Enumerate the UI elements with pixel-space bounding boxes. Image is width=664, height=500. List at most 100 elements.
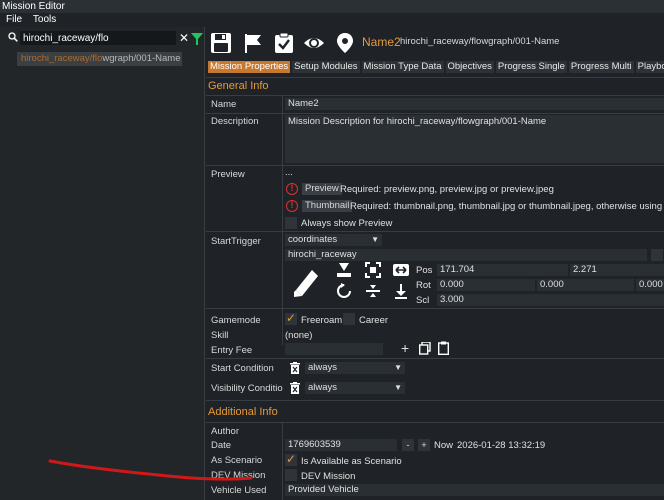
tab-setup-modules[interactable]: Setup Modules — [292, 61, 360, 73]
divider — [206, 358, 664, 359]
flag-icon[interactable] — [242, 32, 264, 54]
add-icon[interactable]: + — [401, 340, 409, 356]
description-field[interactable]: Mission Description for hirochi_raceway/… — [285, 115, 664, 163]
location-pin-icon[interactable] — [334, 32, 356, 54]
start-condition-label: Start Condition — [211, 363, 274, 374]
window-title: Mission Editor — [0, 0, 664, 13]
divider — [206, 422, 664, 423]
vehicle-used-label: Vehicle Used — [211, 485, 267, 496]
download-icon[interactable] — [392, 282, 410, 300]
scl-label: Scl — [416, 295, 430, 306]
always-show-preview-checkbox[interactable] — [285, 217, 297, 229]
always-show-preview-label: Always show Preview — [301, 218, 393, 229]
preview-label: Preview — [211, 169, 245, 180]
mission-path: hirochi_raceway/flowgraph/001-Name — [400, 36, 560, 47]
tab-mission-type-data[interactable]: Mission Type Data — [361, 61, 444, 73]
toolbar: Name2 hirochi_raceway/flowgraph/001-Name — [206, 27, 664, 61]
starttrigger-type-value: coordinates — [288, 234, 338, 245]
divider — [206, 77, 664, 78]
divider — [206, 308, 664, 309]
date-field[interactable]: 1769603539 — [285, 439, 397, 451]
tab-bar: Mission Properties Setup Modules Mission… — [208, 61, 664, 73]
career-checkbox[interactable] — [343, 313, 355, 325]
dev-mission-checkbox[interactable] — [285, 469, 297, 481]
freeroam-label: Freeroam — [301, 315, 343, 326]
copy-icon[interactable] — [419, 342, 431, 355]
description-label: Description — [211, 116, 259, 127]
pos-y-field[interactable]: 2.271 — [570, 264, 664, 276]
date-decrement-button[interactable]: - — [402, 439, 414, 451]
menu-tools[interactable]: Tools — [33, 14, 56, 25]
name-field[interactable]: Name2 — [285, 98, 664, 110]
divider — [206, 165, 664, 166]
edit-pencil-icon[interactable] — [290, 264, 324, 298]
list-item[interactable]: hirochi_raceway/flowgraph/001-Name — [17, 52, 182, 66]
search-input[interactable] — [20, 31, 176, 45]
visibility-condition-dropdown[interactable]: always ▼ — [305, 382, 405, 394]
starttrigger-label: StartTrigger — [211, 236, 261, 247]
save-icon[interactable] — [210, 32, 232, 54]
visibility-condition-label: Visibility Conditio — [211, 383, 283, 394]
drop-to-ground-icon[interactable] — [335, 261, 353, 279]
properties-content: General Info Name Name2 Description Miss… — [206, 75, 664, 500]
start-condition-value: always — [308, 362, 338, 373]
entry-fee-field[interactable] — [285, 343, 383, 355]
preview-button[interactable]: Preview — [302, 183, 342, 195]
list-item-rest: wgraph/001-Name — [102, 53, 181, 64]
freeroam-checkbox[interactable] — [285, 311, 297, 325]
paste-icon[interactable] — [438, 341, 449, 355]
tab-mission-properties[interactable]: Mission Properties — [208, 61, 291, 73]
menu-bar: File Tools — [0, 13, 664, 27]
warning-icon: ! — [286, 200, 298, 212]
chevron-down-icon: ▼ — [394, 363, 402, 372]
rotate-icon[interactable] — [335, 282, 353, 300]
now-button[interactable]: Now — [434, 440, 453, 451]
date-increment-button[interactable]: + — [418, 439, 430, 451]
preview-dots: ... — [285, 167, 293, 178]
scale-field[interactable]: 3.000 — [437, 294, 664, 306]
vehicle-used-field[interactable]: Provided Vehicle — [285, 484, 664, 496]
date-display: 2026-01-28 13:32:19 — [457, 440, 546, 451]
chevron-down-icon: ▼ — [371, 235, 379, 244]
as-scenario-checkbox[interactable] — [285, 452, 297, 466]
start-condition-dropdown[interactable]: always ▼ — [305, 362, 405, 374]
starttrigger-type-dropdown[interactable]: coordinates ▼ — [285, 234, 382, 246]
dev-mission-text: DEV Mission — [301, 471, 356, 482]
focus-icon[interactable] — [364, 261, 382, 279]
skill-value[interactable]: (none) — [285, 330, 312, 341]
align-icon[interactable] — [364, 282, 382, 300]
trash-icon[interactable] — [290, 362, 300, 374]
date-label: Date — [211, 440, 232, 451]
scale-icon[interactable] — [392, 261, 410, 279]
rot-label: Rot — [416, 280, 431, 291]
tab-playbook[interactable]: Playbook Ut — [635, 61, 664, 73]
level-picker-button[interactable] — [651, 249, 663, 261]
rot-y-field[interactable]: 0.000 — [537, 279, 634, 291]
rot-x-field[interactable]: 0.000 — [437, 279, 535, 291]
mission-list-pane: ✕ hirochi_raceway/flowgraph/001-Name — [0, 27, 205, 500]
clipboard-check-icon[interactable] — [273, 32, 295, 54]
filter-icon[interactable] — [191, 33, 203, 45]
divider — [206, 113, 664, 114]
thumbnail-requirement: Required: thumbnail.png, thumbnail.jpg o… — [350, 201, 664, 212]
tab-progress-single[interactable]: Progress Single — [495, 61, 567, 73]
general-info-title: General Info — [208, 80, 269, 92]
entry-fee-label: Entry Fee — [211, 345, 253, 356]
rot-z-field[interactable]: 0.000 — [636, 279, 664, 291]
thumbnail-button[interactable]: Thumbnail — [302, 200, 353, 212]
tab-progress-multi[interactable]: Progress Multi — [568, 61, 634, 73]
warning-icon: ! — [286, 183, 298, 195]
annotation-underline — [48, 459, 253, 481]
name-label: Name — [211, 99, 237, 110]
menu-file[interactable]: File — [6, 14, 22, 25]
tab-objectives[interactable]: Objectives — [445, 61, 494, 73]
preview-requirement: Required: preview.png, preview.jpg or pr… — [340, 184, 554, 195]
eye-icon[interactable] — [303, 32, 325, 54]
skill-label: Skill — [211, 330, 229, 341]
pos-x-field[interactable]: 171.704 — [437, 264, 568, 276]
match-highlight: hirochi_raceway/flo — [21, 53, 103, 64]
trash-icon[interactable] — [290, 382, 300, 394]
level-field[interactable]: hirochi_raceway — [285, 249, 647, 261]
close-icon[interactable]: ✕ — [178, 31, 190, 45]
pos-label: Pos — [416, 265, 433, 276]
